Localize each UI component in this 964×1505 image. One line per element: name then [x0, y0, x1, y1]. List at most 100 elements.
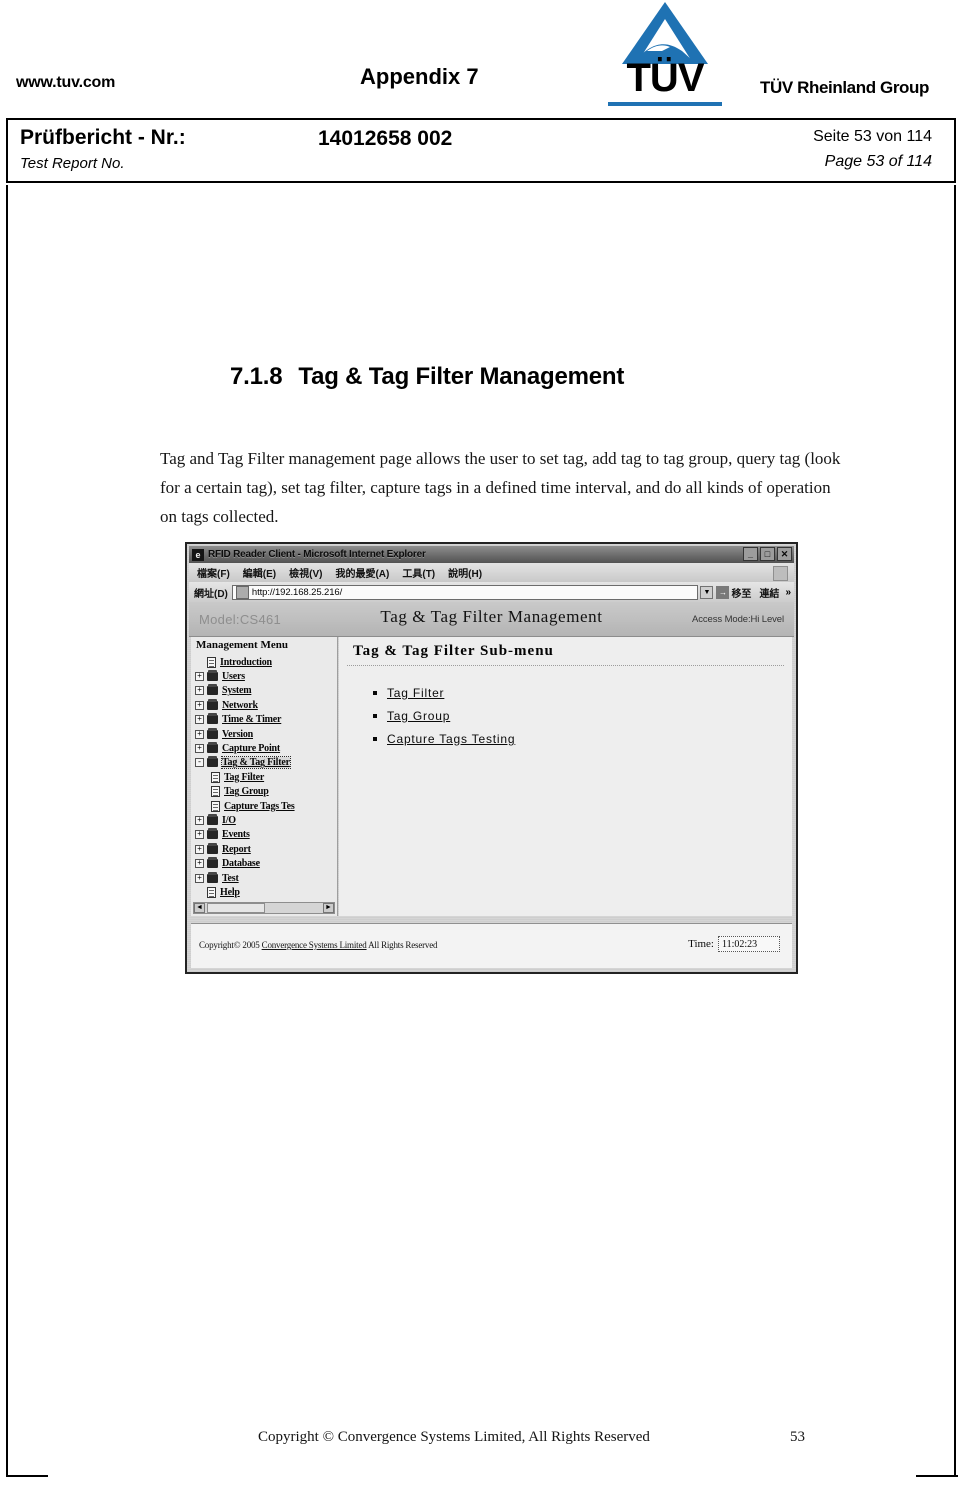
browser-menu-bar: 檔案(F) 編輯(E) 檢視(V) 我的最愛(A) 工具(T) 說明(H) — [189, 563, 794, 582]
management-menu-panel: Management Menu Introduction + Users + S… — [191, 637, 338, 916]
tree-item-version[interactable]: + Version — [191, 727, 337, 741]
expander-icon[interactable]: + — [195, 815, 204, 825]
browser-brand-icon — [773, 566, 788, 581]
page-icon — [211, 800, 220, 812]
expander-icon[interactable]: + — [195, 844, 204, 854]
expander-icon[interactable]: + — [195, 744, 204, 754]
tree-item-label: Capture Point — [222, 743, 281, 755]
maximize-button[interactable]: □ — [760, 547, 775, 561]
list-item[interactable]: Capture Tags Testing — [373, 727, 515, 750]
browser-window: e RFID Reader Client - Microsoft Interne… — [187, 544, 796, 972]
expander-icon[interactable]: + — [195, 729, 204, 739]
tree-item-label: Users — [222, 671, 245, 683]
page-footer-number: 53 — [790, 1429, 805, 1445]
tuv-triangle-icon — [622, 2, 708, 64]
tree-item-database[interactable]: + Database — [191, 856, 337, 870]
tree-item-test[interactable]: + Test — [191, 871, 337, 885]
tree-item-tag-filter[interactable]: Tag Filter — [191, 770, 337, 784]
tree-item-tag-group[interactable]: Tag Group — [191, 785, 337, 799]
report-label-de: Prüfbericht - Nr.: — [20, 126, 186, 149]
time-value-field: 11:02:23 — [718, 936, 780, 952]
app-copyright-company-link[interactable]: Convergence Systems Limited — [262, 940, 367, 950]
tree-item-capture-tags-testing[interactable]: Capture Tags Tes — [191, 799, 337, 813]
app-copyright-pre: Copyright© 2005 — [199, 940, 262, 950]
tree-item-help[interactable]: Help — [191, 885, 337, 899]
app-footer-bar: Copyright© 2005 Convergence Systems Limi… — [191, 923, 792, 968]
address-input[interactable]: http://192.168.25.216/ — [231, 584, 699, 600]
tree-item-introduction[interactable]: Introduction — [191, 655, 337, 669]
go-button[interactable]: → 移至 — [716, 585, 751, 600]
tree-item-label: Tag Filter — [224, 771, 265, 783]
toolbar-overflow-icon[interactable]: » — [785, 587, 791, 598]
menu-tools[interactable]: 工具(T) — [402, 565, 435, 580]
ie-logo-icon: e — [192, 548, 204, 561]
tree-item-label: Network — [222, 699, 258, 711]
menu-edit[interactable]: 編輯(E) — [243, 565, 276, 580]
tree-item-io[interactable]: + I/O — [191, 813, 337, 827]
link-capture-tags-testing[interactable]: Capture Tags Testing — [387, 732, 515, 746]
tree-item-capture-point[interactable]: + Capture Point — [191, 741, 337, 755]
link-tag-filter[interactable]: Tag Filter — [387, 686, 444, 700]
page-header: www.tuv.com Appendix 7 TÜV TÜV Rheinland… — [0, 0, 964, 118]
tree-item-label: Time & Timer — [222, 714, 282, 726]
tree-item-network[interactable]: + Network — [191, 698, 337, 712]
scrollbar-thumb[interactable] — [207, 903, 265, 913]
list-item[interactable]: Tag Group — [373, 704, 515, 727]
tree-item-report[interactable]: + Report — [191, 842, 337, 856]
menu-view[interactable]: 檢視(V) — [289, 565, 322, 580]
app-content-panel: Tag & Tag Filter Sub-menu Tag Filter Tag… — [339, 637, 792, 916]
scroll-right-icon[interactable]: ► — [323, 903, 334, 913]
folder-icon — [207, 698, 218, 710]
tree-item-label: Tag Group — [224, 786, 269, 798]
app-time-group: Time: 11:02:23 — [688, 936, 780, 952]
appendix-title: Appendix 7 — [360, 64, 479, 89]
folder-icon — [207, 813, 218, 825]
app-copyright-post: All Rights Reserved — [366, 940, 438, 950]
expander-icon[interactable]: + — [195, 873, 204, 883]
tuv-rheinland-group-label: TÜV Rheinland Group — [760, 78, 930, 97]
embedded-browser-screenshot: e RFID Reader Client - Microsoft Interne… — [185, 542, 798, 974]
folder-icon — [207, 871, 218, 883]
minimize-button[interactable]: _ — [743, 547, 758, 561]
scroll-left-icon[interactable]: ◄ — [194, 903, 205, 913]
tree-item-tag-and-tag-filter[interactable]: - Tag & Tag Filter — [191, 756, 337, 770]
bullet-icon — [373, 713, 377, 718]
folder-icon — [207, 727, 218, 739]
bottom-rule-right — [916, 1475, 958, 1477]
tree-item-label: Introduction — [220, 656, 272, 668]
expander-icon[interactable]: - — [195, 758, 204, 768]
links-button[interactable]: 連結 — [759, 585, 779, 600]
tree-horizontal-scrollbar[interactable]: ◄ ► — [193, 902, 335, 914]
tree-item-system[interactable]: + System — [191, 684, 337, 698]
tuv-underline-rule — [608, 102, 722, 106]
section-heading: 7.1.8 Tag & Tag Filter Management — [230, 363, 624, 391]
menu-file[interactable]: 檔案(F) — [197, 565, 230, 580]
expander-icon[interactable]: + — [195, 686, 204, 696]
tree-item-events[interactable]: + Events — [191, 828, 337, 842]
app-copyright: Copyright© 2005 Convergence Systems Limi… — [199, 940, 438, 950]
expander-icon[interactable]: + — [195, 700, 204, 710]
browser-title-bar: e RFID Reader Client - Microsoft Interne… — [189, 546, 794, 563]
expander-icon[interactable]: + — [195, 859, 204, 869]
address-dropdown-icon[interactable]: ▼ — [700, 585, 714, 599]
go-arrow-icon: → — [716, 585, 730, 599]
expander-icon[interactable]: + — [195, 715, 204, 725]
menu-help[interactable]: 說明(H) — [448, 565, 482, 580]
folder-icon — [207, 828, 218, 840]
list-item[interactable]: Tag Filter — [373, 681, 515, 704]
link-tag-group[interactable]: Tag Group — [387, 709, 450, 723]
go-button-label: 移至 — [731, 588, 752, 600]
menu-favorites[interactable]: 我的最愛(A) — [335, 565, 389, 580]
expander-icon[interactable]: + — [195, 830, 204, 840]
page-favicon-icon — [235, 585, 249, 599]
app-header-bar: Model:CS461 Tag & Tag Filter Management … — [189, 602, 794, 637]
expander-icon[interactable]: + — [195, 672, 204, 682]
section-body-text: Tag and Tag Filter management page allow… — [160, 449, 841, 526]
tree-item-users[interactable]: + Users — [191, 669, 337, 683]
folder-icon — [207, 842, 218, 854]
close-button[interactable]: ✕ — [777, 547, 792, 561]
page-footer-copyright: Copyright © Convergence Systems Limited,… — [258, 1429, 650, 1445]
bullet-icon — [373, 690, 377, 695]
page-count-en: Page 53 of 114 — [824, 153, 932, 170]
tree-item-time-and-timer[interactable]: + Time & Timer — [191, 713, 337, 727]
